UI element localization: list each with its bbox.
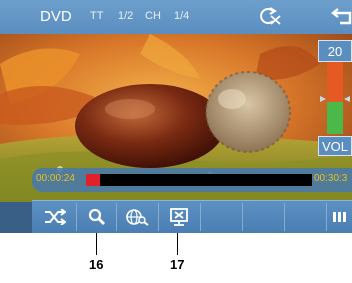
globe-zoom-icon	[126, 209, 149, 226]
repeat-off-icon[interactable]	[256, 7, 282, 27]
search-button[interactable]	[76, 201, 118, 233]
screen-off-button[interactable]	[158, 201, 200, 233]
title-value: 1/2	[118, 10, 134, 22]
empty-button-slot[interactable]	[242, 201, 284, 233]
chapter-value: 1/4	[174, 10, 190, 22]
callout-label-17: 17	[170, 257, 185, 272]
empty-button-slot[interactable]	[284, 201, 326, 233]
progress-track[interactable]	[86, 174, 312, 186]
title-label: TT	[90, 10, 104, 22]
more-button[interactable]	[326, 201, 352, 233]
source-label: DVD	[40, 8, 72, 25]
dvd-player-screen: DVD TT 1/2 CH 1/4 20 VOL 00:00:24 00:30:…	[0, 0, 352, 233]
volume-label: VOL	[318, 136, 352, 156]
zoom-button[interactable]	[116, 201, 158, 233]
search-icon	[88, 208, 106, 226]
volume-value: 20	[318, 40, 352, 62]
elapsed-time: 00:00:24	[36, 173, 75, 184]
shuffle-icon	[45, 209, 66, 225]
top-status-bar: DVD TT 1/2 CH 1/4	[0, 0, 352, 34]
total-time: 00:30:3	[314, 173, 348, 184]
progress-fill	[86, 174, 100, 186]
chapter-label: CH	[145, 10, 161, 22]
back-icon[interactable]	[330, 5, 352, 27]
callout-label-16: 16	[89, 257, 104, 272]
callout-line-17	[177, 233, 178, 255]
empty-button-slot[interactable]	[200, 201, 242, 233]
callout-line-16	[96, 233, 97, 255]
screen-off-icon	[170, 208, 188, 226]
shuffle-button[interactable]	[34, 201, 76, 233]
volume-slider[interactable]	[318, 62, 352, 134]
more-icon	[333, 212, 346, 222]
